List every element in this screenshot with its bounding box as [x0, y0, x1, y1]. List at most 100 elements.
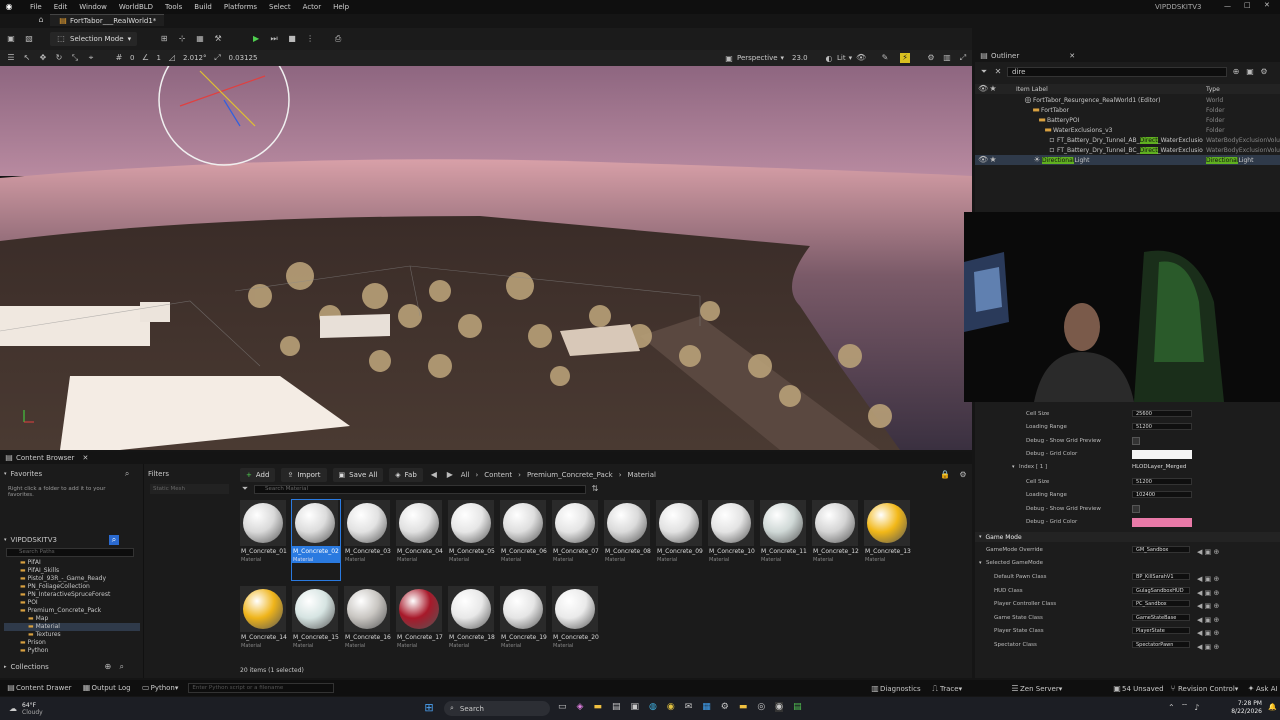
breadcrumb-pack[interactable]: Premium_Concrete_Pack [527, 471, 613, 479]
add-filter-icon[interactable]: ⊕ [1231, 67, 1241, 77]
content-browser-tab[interactable]: ▤ Content Browser ✕ [0, 452, 972, 464]
asset-tile[interactable]: M_Concrete_16 Material [344, 586, 392, 666]
taskbar-search[interactable]: ⌕ Search [444, 701, 550, 716]
menu-file[interactable]: File [24, 3, 48, 11]
folder-item[interactable]: ▬ Premium_Concrete_Pack [20, 607, 140, 615]
play-options-icon[interactable]: ⋮ [305, 34, 315, 44]
file-explorer-icon[interactable]: ▬ [593, 702, 602, 712]
cell-size-field[interactable]: 25600 [1132, 410, 1192, 417]
asset-tile[interactable]: M_Concrete_11 Material [760, 500, 808, 580]
unreal-taskbar-icon[interactable]: ◉ [775, 702, 784, 712]
scale-snap-icon[interactable]: ⤢ [212, 53, 222, 63]
select-tool-icon[interactable]: ↖ [22, 53, 32, 63]
folder-item[interactable]: ▬ Prison [20, 639, 140, 647]
folder-item[interactable]: ▬ Textures [20, 631, 140, 639]
folder-item[interactable]: ▬ Python [20, 647, 140, 655]
viewport-options-icon[interactable]: ☰ [6, 53, 16, 63]
column-type[interactable]: Type [1206, 86, 1220, 93]
class-select[interactable]: PC_Sandbox [1132, 600, 1190, 607]
column-item-label[interactable]: Item Label [1016, 86, 1048, 93]
menu-edit[interactable]: Edit [48, 3, 74, 11]
add-actor-icon[interactable]: ⊞ [159, 34, 169, 44]
outliner-row-directional-light[interactable]: 👁 ★ ☀ Directional Light DirectionalLight [975, 155, 1280, 165]
outliner-row-world[interactable]: ◎ FortTabor_Resurgence_RealWorld1 (Edito… [975, 95, 1280, 105]
menu-worldbld[interactable]: WorldBLD [113, 3, 159, 11]
stop-icon[interactable]: ■ [287, 34, 297, 44]
rotate-snap-icon[interactable]: ∠ [140, 53, 150, 63]
game-mode-section[interactable]: ▾ Game Mode [975, 532, 1280, 542]
selected-gamemode-expander[interactable]: ▾ [979, 560, 982, 566]
cell-size-field[interactable]: 51200 [1132, 478, 1192, 485]
close-button[interactable]: ✕ [1264, 1, 1270, 9]
clear-search-icon[interactable]: ✕ [993, 67, 1003, 77]
browse-icon[interactable]: ◀ ▣ ⊕ [1197, 600, 1227, 614]
lightning-icon[interactable]: ⚡ [900, 53, 910, 63]
build-icon[interactable]: ⚒ [213, 34, 223, 44]
folder-item[interactable]: ▬ POI [20, 599, 140, 607]
play-icon[interactable]: ▶ [251, 34, 261, 44]
asset-tile[interactable]: M_Concrete_14 Material [240, 586, 288, 666]
task-view-icon[interactable]: ▭ [558, 702, 567, 712]
home-icon[interactable]: ⌂ [36, 15, 46, 25]
rotate-snap-value[interactable]: 1 [156, 54, 160, 62]
maximize-viewport-icon[interactable]: ⤢ [958, 53, 968, 63]
clock[interactable]: 7:28 PM 8/22/2026 [1222, 700, 1262, 716]
filter-chip-static-mesh[interactable]: Static Mesh [150, 484, 229, 494]
outliner-close-icon[interactable]: ✕ [1069, 52, 1075, 60]
menu-platforms[interactable]: Platforms [218, 3, 263, 11]
outliner-row-tunnel-ab[interactable]: ▫ FT_Battery_Dry_Tunnel_AB_ Direct _WaterE… [975, 135, 1280, 145]
settings-icon[interactable]: ⚙ [926, 53, 936, 63]
scale-tool-icon[interactable]: ⤡ [70, 53, 80, 63]
visibility-icon[interactable]: 👁 [978, 155, 988, 165]
perspective-button[interactable]: ▣ Perspective ▾ [724, 54, 784, 64]
terminal-icon[interactable]: ▣ [630, 702, 639, 712]
selection-mode-button[interactable]: ⬚ Selection Mode ▾ [50, 32, 138, 46]
revision-control-button[interactable]: ⑂ Revision Control ▾ [1168, 684, 1239, 694]
asset-tile-selected[interactable]: M_Concrete_02 Material [291, 499, 341, 581]
unreal-logo-icon[interactable]: ◉ [4, 2, 14, 12]
save-icon[interactable]: ▣ [6, 34, 16, 44]
obs-icon[interactable]: ◎ [757, 702, 765, 712]
content-drawer-button[interactable]: ▤ Content Drawer [6, 683, 71, 693]
asset-tile[interactable]: M_Concrete_19 Material [500, 586, 548, 666]
sort-icon[interactable]: ⇅ [590, 484, 600, 494]
browse-icon[interactable]: ◀ ▣ ⊕ [1197, 614, 1227, 628]
angle-icon[interactable]: ◿ [167, 53, 177, 63]
settings-icon[interactable]: ⚙ [1259, 67, 1269, 77]
start-icon[interactable]: ⊞ [424, 702, 434, 713]
asset-tile[interactable]: M_Concrete_03 Material [344, 500, 392, 580]
steam-icon[interactable]: ⚙ [721, 702, 729, 712]
surface-snap-icon[interactable]: ⌖ [86, 53, 96, 63]
edge-icon[interactable]: ◍ [649, 702, 657, 712]
browse-icon[interactable]: ◀ ▣ ⊕ [1197, 641, 1227, 655]
angle-value[interactable]: 2.012° [183, 54, 207, 62]
mail-icon[interactable]: ✉ [685, 702, 693, 712]
menu-build[interactable]: Build [188, 3, 218, 11]
diagnostics-button[interactable]: ▥ Diagnostics [870, 684, 920, 694]
browse-icon[interactable]: ◀ ▣ ⊕ [1197, 587, 1227, 601]
scale-snap-value[interactable]: 0.03125 [228, 54, 257, 62]
menu-window[interactable]: Window [73, 3, 113, 11]
folder-item[interactable]: ▬ PifAI [20, 559, 140, 567]
class-select[interactable]: GulagSandboxHUD [1132, 587, 1190, 594]
asset-tile[interactable]: M_Concrete_07 Material [552, 500, 600, 580]
hlod-layer-value[interactable]: HLODLayer_Merged [1132, 464, 1186, 470]
browse-icon[interactable]: ▧ [24, 34, 34, 44]
asset-tile[interactable]: M_Concrete_05 Material [448, 500, 496, 580]
folder-item[interactable]: ▬ PN_InteractiveSpruceForest [20, 591, 140, 599]
ask-ai-button[interactable]: ✦ Ask AI [1246, 684, 1278, 694]
search-icon[interactable]: ⌕ [122, 469, 132, 479]
save-all-button[interactable]: ▣ Save All [332, 468, 384, 482]
history-forward-icon[interactable]: ▶ [445, 470, 455, 480]
menu-actor[interactable]: Actor [297, 3, 327, 11]
filter-icon[interactable]: ⏷ [240, 484, 250, 494]
speaker-icon[interactable]: ♪ [1194, 703, 1199, 712]
search-icon[interactable]: ⌕ [109, 535, 119, 545]
asset-tile[interactable]: M_Concrete_06 Material [500, 500, 548, 580]
outliner-search-input[interactable]: dire [1007, 67, 1227, 77]
asset-tile[interactable]: M_Concrete_12 Material [812, 500, 860, 580]
fov-field[interactable]: 23.0 [792, 54, 808, 62]
class-select[interactable]: BP_KillSarahV1 [1132, 573, 1190, 580]
outliner-row-tunnel-bc[interactable]: ▫ FT_Battery_Dry_Tunnel_BC_ Direct _WaterE… [975, 145, 1280, 155]
asset-tile[interactable]: M_Concrete_18 Material [448, 586, 496, 666]
